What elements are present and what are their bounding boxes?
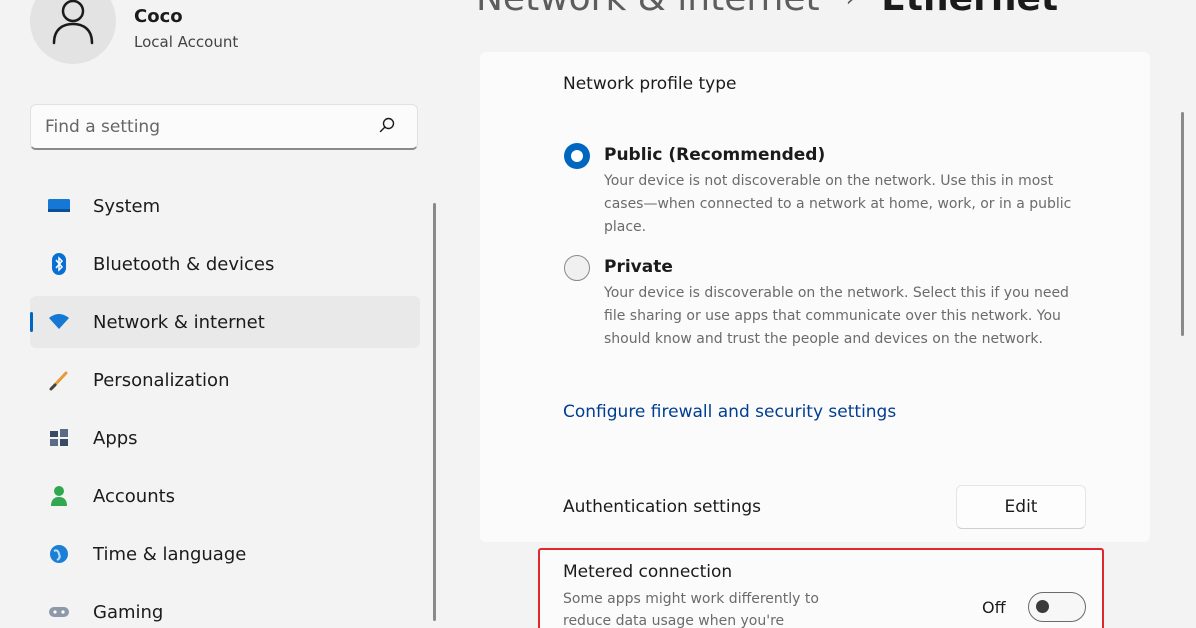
user-name: Coco: [134, 5, 183, 27]
sidebar-item-label: Time & language: [93, 543, 247, 565]
page-title: Ethernet: [881, 0, 1058, 19]
public-option-label[interactable]: Public (Recommended): [604, 145, 825, 165]
wifi-icon: [46, 309, 72, 335]
person-icon: [46, 483, 72, 509]
public-option-description: Your device is not discoverable on the n…: [604, 173, 1072, 235]
sidebar-item-accounts[interactable]: Accounts: [30, 470, 420, 522]
network-profile-title: Network profile type: [563, 74, 737, 94]
private-option-description: Your device is discoverable on the netwo…: [604, 285, 1069, 347]
monitor-icon: [46, 193, 72, 219]
sidebar-nav: System Bluetooth & devices Network & int…: [30, 180, 420, 628]
sidebar-item-network[interactable]: Network & internet: [30, 296, 420, 348]
sidebar-item-label: System: [93, 195, 161, 217]
toggle-knob: [1036, 600, 1049, 613]
user-profile[interactable]: Coco Local Account: [30, 0, 238, 64]
sidebar-item-label: Accounts: [93, 485, 176, 507]
sidebar-item-apps[interactable]: Apps: [30, 412, 420, 464]
sidebar-item-label: Gaming: [93, 601, 164, 623]
metered-connection-toggle[interactable]: [1028, 592, 1086, 622]
metered-connection-title: Metered connection: [563, 562, 733, 582]
private-radio-button[interactable]: [564, 255, 590, 281]
chevron-right-icon: ›: [846, 0, 856, 12]
search-input[interactable]: [45, 116, 345, 137]
metered-toggle-state: Off: [982, 598, 1006, 617]
sidebar-item-label: Personalization: [93, 369, 230, 391]
private-option-label[interactable]: Private: [604, 257, 673, 277]
sidebar-scrollbar[interactable]: [433, 203, 436, 621]
configure-firewall-link[interactable]: Configure firewall and security settings: [563, 402, 896, 422]
sidebar-item-label: Network & internet: [93, 311, 265, 333]
sidebar-item-bluetooth[interactable]: Bluetooth & devices: [30, 238, 420, 290]
person-icon: [30, 0, 116, 64]
sidebar-item-system[interactable]: System: [30, 180, 420, 232]
bluetooth-icon: [46, 251, 72, 277]
sidebar-item-personalization[interactable]: Personalization: [30, 354, 420, 406]
metered-connection-description: Some apps might work differently to redu…: [563, 591, 819, 628]
sidebar-item-label: Apps: [93, 427, 138, 449]
breadcrumb: Network & internet › Ethernet: [476, 0, 1058, 19]
brush-icon: [46, 367, 72, 393]
apps-icon: [46, 425, 72, 451]
sidebar-item-label: Bluetooth & devices: [93, 253, 275, 275]
authentication-settings-label: Authentication settings: [563, 497, 761, 517]
gamepad-icon: [46, 599, 72, 625]
sidebar-item-gaming[interactable]: Gaming: [30, 586, 420, 628]
account-type: Local Account: [134, 32, 239, 51]
globe-clock-icon: [46, 541, 72, 567]
public-radio-button[interactable]: [564, 143, 590, 169]
edit-button[interactable]: Edit: [956, 485, 1086, 529]
sidebar-item-time-language[interactable]: Time & language: [30, 528, 420, 580]
search-icon[interactable]: [379, 117, 395, 137]
search-box[interactable]: [30, 104, 418, 150]
content-scrollbar[interactable]: [1181, 112, 1184, 336]
breadcrumb-parent[interactable]: Network & internet: [476, 0, 820, 19]
